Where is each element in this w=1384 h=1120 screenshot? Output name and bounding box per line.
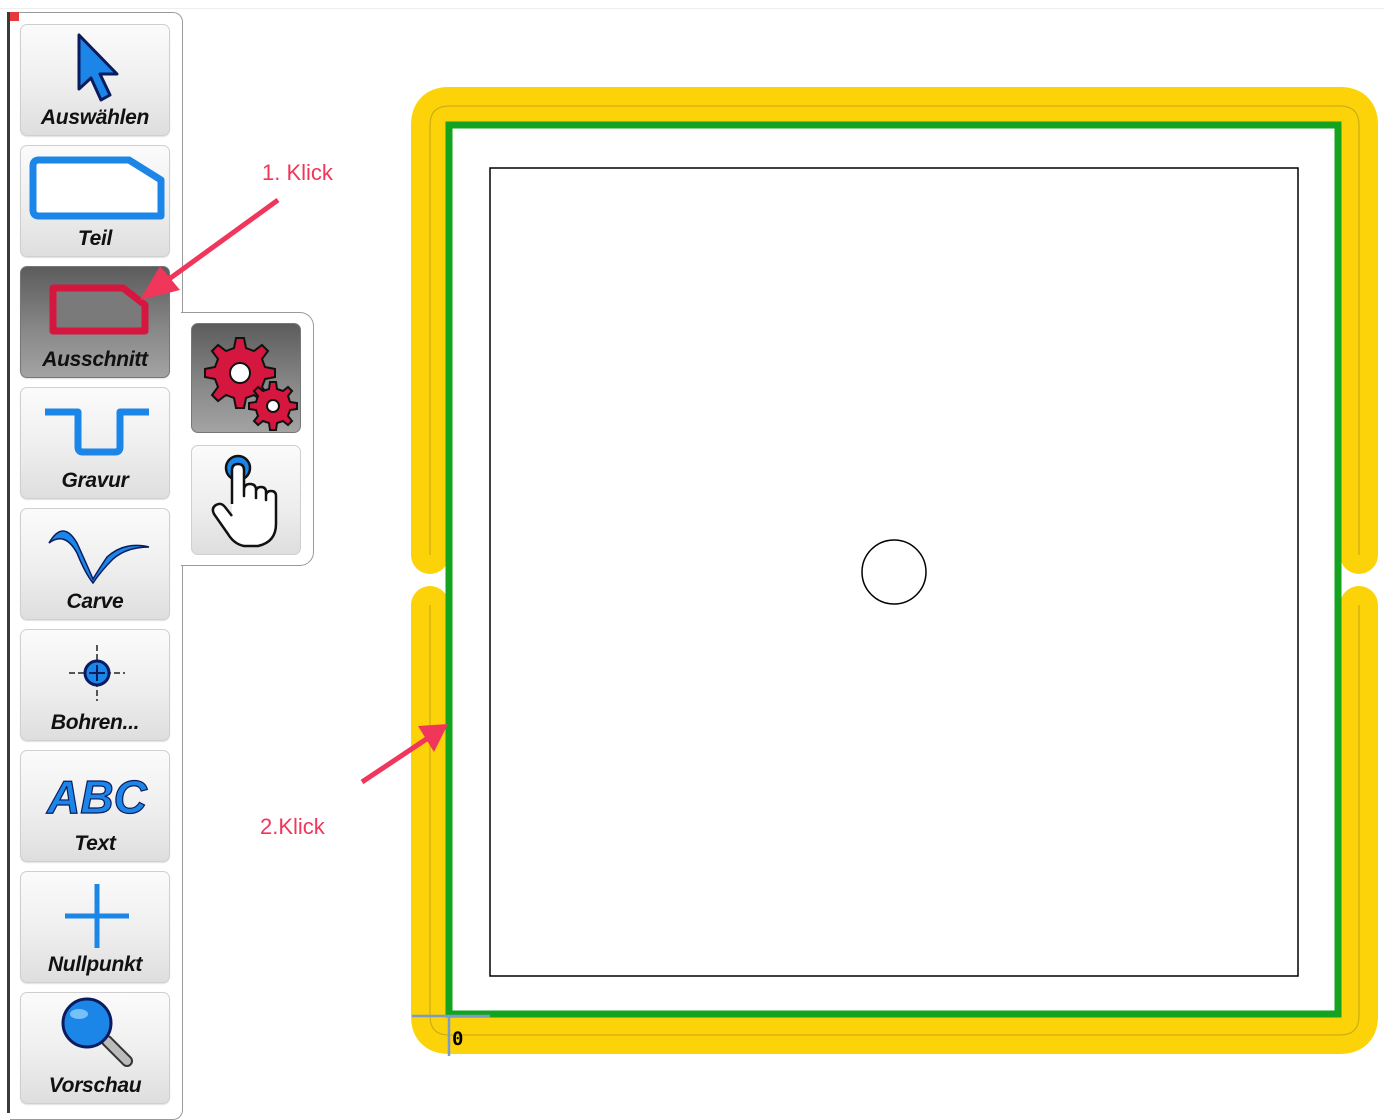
toolpath-outline-lower	[429, 605, 1360, 1036]
design-canvas[interactable]	[0, 0, 1384, 1113]
toolpath-upper[interactable]	[411, 87, 1378, 574]
selected-contour[interactable]	[445, 121, 1342, 1018]
origin-label: 0	[452, 1028, 464, 1050]
first-click-arrow	[140, 197, 280, 300]
toolpath-outline-upper	[429, 105, 1360, 555]
toolpath-lower[interactable]	[411, 586, 1378, 1054]
center-circle[interactable]	[861, 539, 927, 605]
inner-rectangle[interactable]	[489, 167, 1299, 977]
